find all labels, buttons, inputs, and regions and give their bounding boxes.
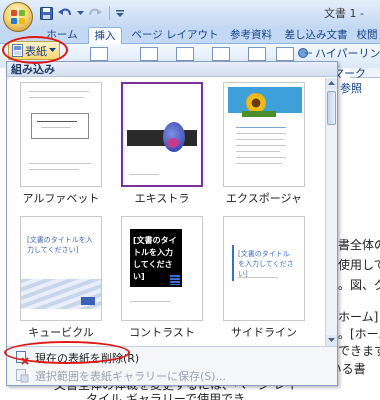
cover-page-icon <box>12 44 23 57</box>
save-selection-label: 選択範囲を表紙ギャラリーに保存(S)... <box>35 370 227 383</box>
template-thumbnail: [文書のタイトルを入力してください] <box>121 216 203 321</box>
template-thumbnail <box>121 82 203 187</box>
hyperlink-label: ハイパーリンク <box>315 47 380 60</box>
template-thumbnail <box>20 82 102 187</box>
gallery-scrollbar[interactable] <box>325 78 337 346</box>
customize-qat-icon[interactable] <box>116 5 124 21</box>
qat-separator <box>109 6 110 20</box>
scroll-up-icon[interactable] <box>326 78 337 89</box>
template-label: エキストラ <box>134 192 190 205</box>
redo-icon[interactable] <box>87 5 103 21</box>
picture-icon[interactable] <box>140 47 158 61</box>
undo-icon[interactable] <box>57 5 73 21</box>
tab-page-layout[interactable]: ページ レイアウト <box>128 26 222 44</box>
doc-text-line: できます <box>338 344 380 358</box>
scroll-down-icon[interactable] <box>326 335 337 346</box>
quick-access-toolbar <box>38 5 124 21</box>
scroll-thumb[interactable] <box>327 91 336 125</box>
doc-text-line: ホーム] タ <box>338 310 380 324</box>
table-icon[interactable] <box>90 47 108 61</box>
clipart-icon[interactable] <box>176 47 194 61</box>
hyperlink-button[interactable]: ハイパーリンク <box>298 45 380 61</box>
thumb-title-text: [文書のタイトルを入力してください] <box>27 236 93 254</box>
tab-references[interactable]: 参考資料 <box>222 26 280 44</box>
doc-text-line: 。図、グ <box>338 278 380 292</box>
office-logo-icon <box>11 10 26 25</box>
undo-dropdown-icon[interactable] <box>76 5 84 21</box>
tab-review[interactable]: 校閲 <box>354 26 380 44</box>
thumb-title-text: [文書のタイトルを入力してください] <box>238 250 294 278</box>
title-bar: 文書 1 - <box>0 0 380 32</box>
gallery-header: 組み込み <box>7 62 337 77</box>
doc-text-line: 書全体の体 <box>338 238 380 252</box>
remove-cover-page-item[interactable]: 現在の表紙を削除(R) <box>9 349 335 367</box>
chart-icon[interactable] <box>276 47 294 61</box>
cross-reference-label: 参照 <box>340 82 362 95</box>
cover-page-label: 表紙 <box>25 44 47 58</box>
cover-page-button[interactable]: 表紙 <box>8 41 60 60</box>
template-thumbnail <box>223 82 305 187</box>
smartart-icon[interactable] <box>248 47 266 61</box>
template-label: アルファベット <box>22 192 100 205</box>
template-label: キュービクル <box>28 326 94 339</box>
cover-page-gallery: 組み込み アルファベット エキストラ エクスポージャ [文書のタイトルを入力して… <box>6 61 338 386</box>
save-selection-to-gallery-item[interactable]: 選択範囲を表紙ギャラリーに保存(S)... <box>9 367 335 385</box>
save-to-gallery-icon <box>15 369 29 383</box>
doc-text-line: タイル ギャラリーで使用でき <box>86 392 246 400</box>
cross-reference-button[interactable]: 参照 <box>340 80 362 96</box>
doc-text-line: 使用して <box>338 258 380 272</box>
template-label: エクスポージャ <box>226 192 302 205</box>
template-label: サイドライン <box>231 326 297 339</box>
gallery-body: アルファベット エキストラ エクスポージャ [文書のタイトルを入力してください]… <box>7 78 325 346</box>
template-thumbnail: [文書のタイトルを入力してください] <box>20 216 102 321</box>
gallery-footer: 現在の表紙を削除(R) 選択範囲を表紙ギャラリーに保存(S)... <box>7 346 337 385</box>
save-icon[interactable] <box>38 5 54 21</box>
window-title: 文書 1 - <box>324 7 364 20</box>
chevron-down-icon <box>49 48 56 52</box>
doc-text-line: 。[ホーム <box>338 327 380 341</box>
template-label: コントラスト <box>129 326 195 339</box>
remove-page-icon <box>15 351 29 365</box>
remove-cover-page-label: 現在の表紙を削除(R) <box>35 352 140 365</box>
tab-insert[interactable]: 挿入 <box>88 27 122 45</box>
globe-icon <box>298 48 312 58</box>
tab-mailings[interactable]: 差し込み文書 <box>280 26 352 44</box>
office-button[interactable] <box>3 2 33 32</box>
shapes-icon[interactable] <box>212 47 230 61</box>
template-thumbnail: [文書のタイトルを入力してください] <box>223 216 305 321</box>
